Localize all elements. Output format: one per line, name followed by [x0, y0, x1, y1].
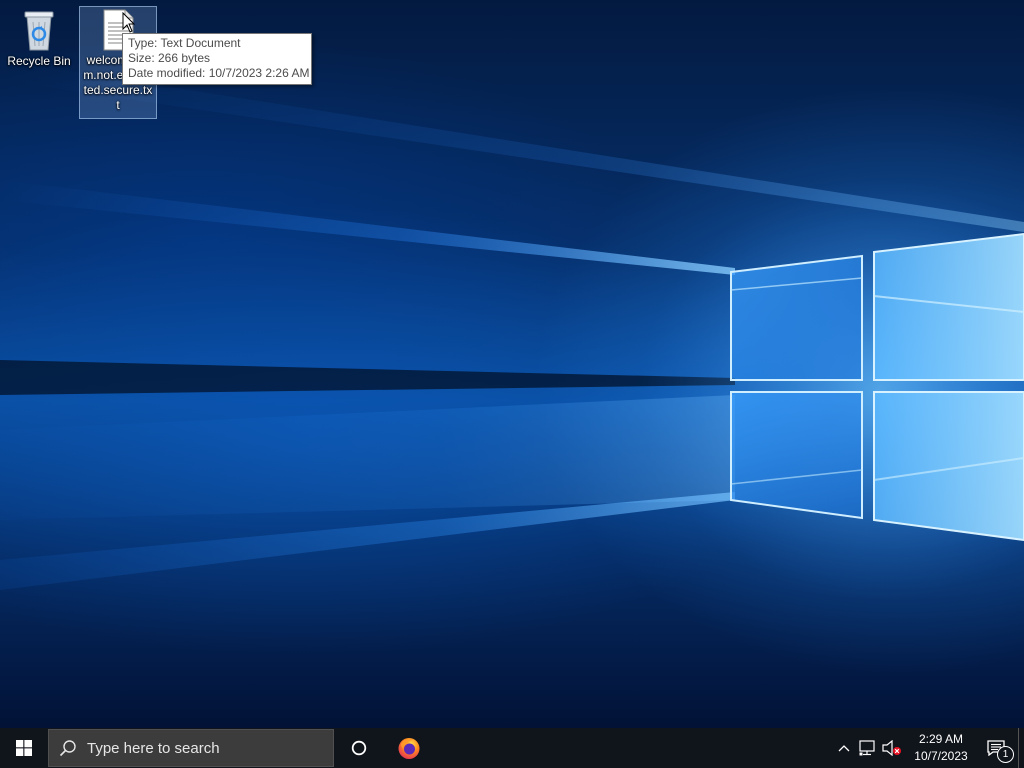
volume-muted-icon [882, 740, 901, 756]
start-button[interactable] [0, 728, 48, 768]
taskbar-clock[interactable]: 2:29 AM 10/7/2023 [908, 728, 974, 768]
taskbar: Type here to search 2:29 AM 10/7/2023 1 [0, 728, 1024, 768]
search-icon [49, 739, 87, 757]
chevron-up-icon [838, 745, 850, 752]
network-icon [859, 740, 875, 756]
cortana-button[interactable] [334, 728, 384, 768]
taskbar-search-box[interactable]: Type here to search [48, 729, 334, 767]
show-hidden-icons-button[interactable] [832, 728, 856, 768]
tooltip-date-modified: Date modified: 10/7/2023 2:26 AM [128, 66, 310, 80]
action-center-button[interactable]: 1 [974, 728, 1018, 768]
tooltip-size: Size: 266 bytes [128, 51, 211, 65]
search-placeholder: Type here to search [87, 739, 220, 757]
cortana-circle-icon [351, 740, 367, 756]
firefox-icon [398, 738, 420, 759]
notification-count-badge: 1 [997, 746, 1014, 763]
desktop-icon-recycle-bin[interactable]: Recycle Bin [1, 4, 77, 69]
show-desktop-button[interactable] [1018, 728, 1024, 768]
taskbar-app-firefox[interactable] [384, 728, 434, 768]
volume-tray-button[interactable] [880, 728, 904, 768]
tooltip-type: Type: Text Document [128, 36, 241, 50]
network-tray-button[interactable] [856, 728, 880, 768]
recycle-bin-icon [24, 11, 54, 51]
clock-time: 2:29 AM [918, 732, 964, 746]
file-info-tooltip: Type: Text Document Size: 266 bytes Date… [122, 33, 312, 85]
clock-date: 10/7/2023 [914, 749, 968, 763]
mouse-cursor-icon [122, 12, 136, 33]
desktop-icon-label: Recycle Bin [7, 54, 71, 68]
windows-logo-icon [16, 740, 32, 756]
